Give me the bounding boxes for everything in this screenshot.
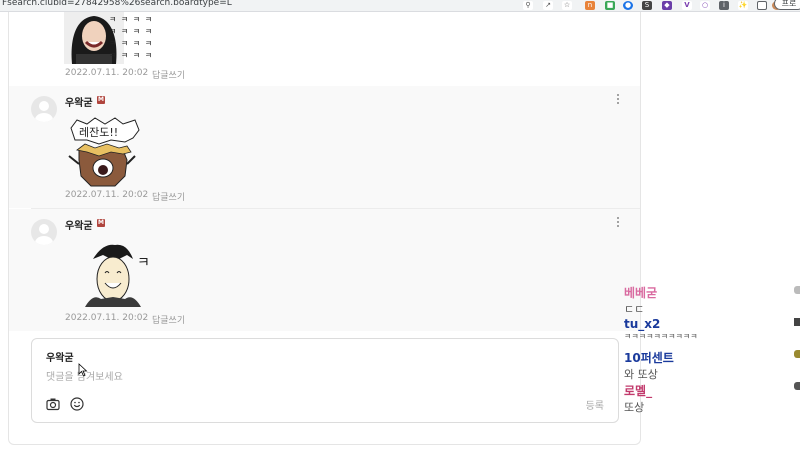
comment-item: ㅋ ㅋ ㅋ ㅋ ㅋ ㅋ ㅋ ㅋ ㅋ ㅋ ㅋ ㅋ ㅋ ㅋ ㅋ ㅋ 2022.07.… [9,12,640,86]
chat-message: tu_x2 ㅋㅋㅋㅋㅋㅋㅋㅋㅋㅋ [624,317,698,342]
comment-item: 우왁굳 M 레잔도!! 2022.07.11. 20:02 답글쓰기 [9,86,640,208]
camera-icon[interactable] [46,397,60,411]
sticker-caption: 레잔도!! [79,126,118,139]
chat-text: ㅋㅋㅋㅋㅋㅋㅋㅋㅋㅋ [624,332,698,341]
reply-link[interactable]: 답글쓰기 [152,190,185,203]
side-edge-icon[interactable] [794,350,800,358]
chat-username: 10퍼센트 [624,351,674,365]
chat-message: 베베굳 ㄷㄷ [624,284,657,317]
extension-icon-4[interactable]: S [642,1,652,10]
extension-icon-6[interactable]: i [719,1,729,10]
comment-author[interactable]: 우왁굳 [65,217,93,232]
puzzle-icon[interactable]: ✨ [738,1,748,10]
comment-item: 우왁굳 M ㅋ 2022.07.11. 20:02 답글쓰기 [9,209,640,331]
sticker-caption: ㅋ [137,255,150,271]
chat-message: 로멜_ 또상 [624,382,652,415]
side-edge-icon[interactable] [794,382,800,390]
avatar[interactable] [31,96,57,122]
chat-text: ㄷㄷ [624,303,645,316]
chat-text: 또상 [624,401,645,414]
submit-button[interactable]: 등록 [586,397,604,412]
sticker-text-row: ㅋ ㅋ ㅋ ㅋ [109,15,154,24]
sidepanel-icon[interactable] [757,1,767,10]
manager-badge: M [97,219,105,227]
side-edge-icon[interactable] [794,318,800,326]
avatar[interactable] [31,219,57,245]
sticker-text-row: ㅋ ㅋ ㅋ ㅋ [109,51,154,60]
chat-username: 베베굳 [624,286,658,300]
comment-input[interactable] [46,369,586,385]
circle-extension-icon[interactable]: ○ [700,1,710,10]
mouse-cursor-icon [78,363,88,377]
reply-link[interactable]: 답글쓰기 [152,68,185,81]
comment-date: 2022.07.11. 20:02 [65,68,149,78]
chat-username: 로멜_ [624,384,653,398]
extension-icon-2[interactable]: ■ [605,1,615,10]
reply-link[interactable]: 답글쓰기 [152,313,185,326]
address-bar-url[interactable]: Fsearch.clubid=27842958%26search.boardty… [2,0,232,8]
profile-button[interactable]: 프로 [774,0,800,10]
extension-icon-3[interactable]: ● [623,1,633,10]
comment-panel: ㅋ ㅋ ㅋ ㅋ ㅋ ㅋ ㅋ ㅋ ㅋ ㅋ ㅋ ㅋ ㅋ ㅋ ㅋ ㅋ 2022.07.… [8,12,641,445]
share-icon[interactable]: ↗ [543,1,553,10]
sticker-legend-character: 레잔도!! [68,117,140,187]
browser-toolbar: Fsearch.clubid=27842958%26search.boardty… [0,0,800,12]
extension-icon-1[interactable]: n [585,1,595,10]
comment-author[interactable]: 우왁굳 [65,94,93,109]
emoticon-icon[interactable] [70,397,84,411]
writer-nickname: 우왁굳 [46,353,74,364]
screen: Fsearch.clubid=27842958%26search.boardty… [0,0,800,450]
comment-date: 2022.07.11. 20:02 [65,313,149,323]
chat-username: tu_x2 [624,317,661,331]
sticker-text-row: ㅋ ㅋ ㅋ ㅋ [109,39,154,48]
sticker-text-row: ㅋ ㅋ ㅋ ㅋ [109,27,154,36]
comment-date: 2022.07.11. 20:02 [65,190,149,200]
zoom-icon[interactable]: ⚲ [523,1,533,10]
chat-message: 10퍼센트 와 또상 [624,349,674,382]
more-options-icon[interactable] [616,94,620,106]
more-options-icon[interactable] [616,217,620,229]
chat-text: 와 또상 [624,368,658,381]
side-edge-icon[interactable] [794,286,800,294]
v-extension-icon[interactable]: V [682,1,692,10]
extension-icon-5[interactable]: ◆ [662,1,672,10]
manager-badge: M [97,96,105,104]
star-icon[interactable]: ☆ [562,1,572,10]
sticker-egg-character: ㅋ [85,244,150,307]
comment-write-box: 우왁굳 등록 [31,338,619,423]
